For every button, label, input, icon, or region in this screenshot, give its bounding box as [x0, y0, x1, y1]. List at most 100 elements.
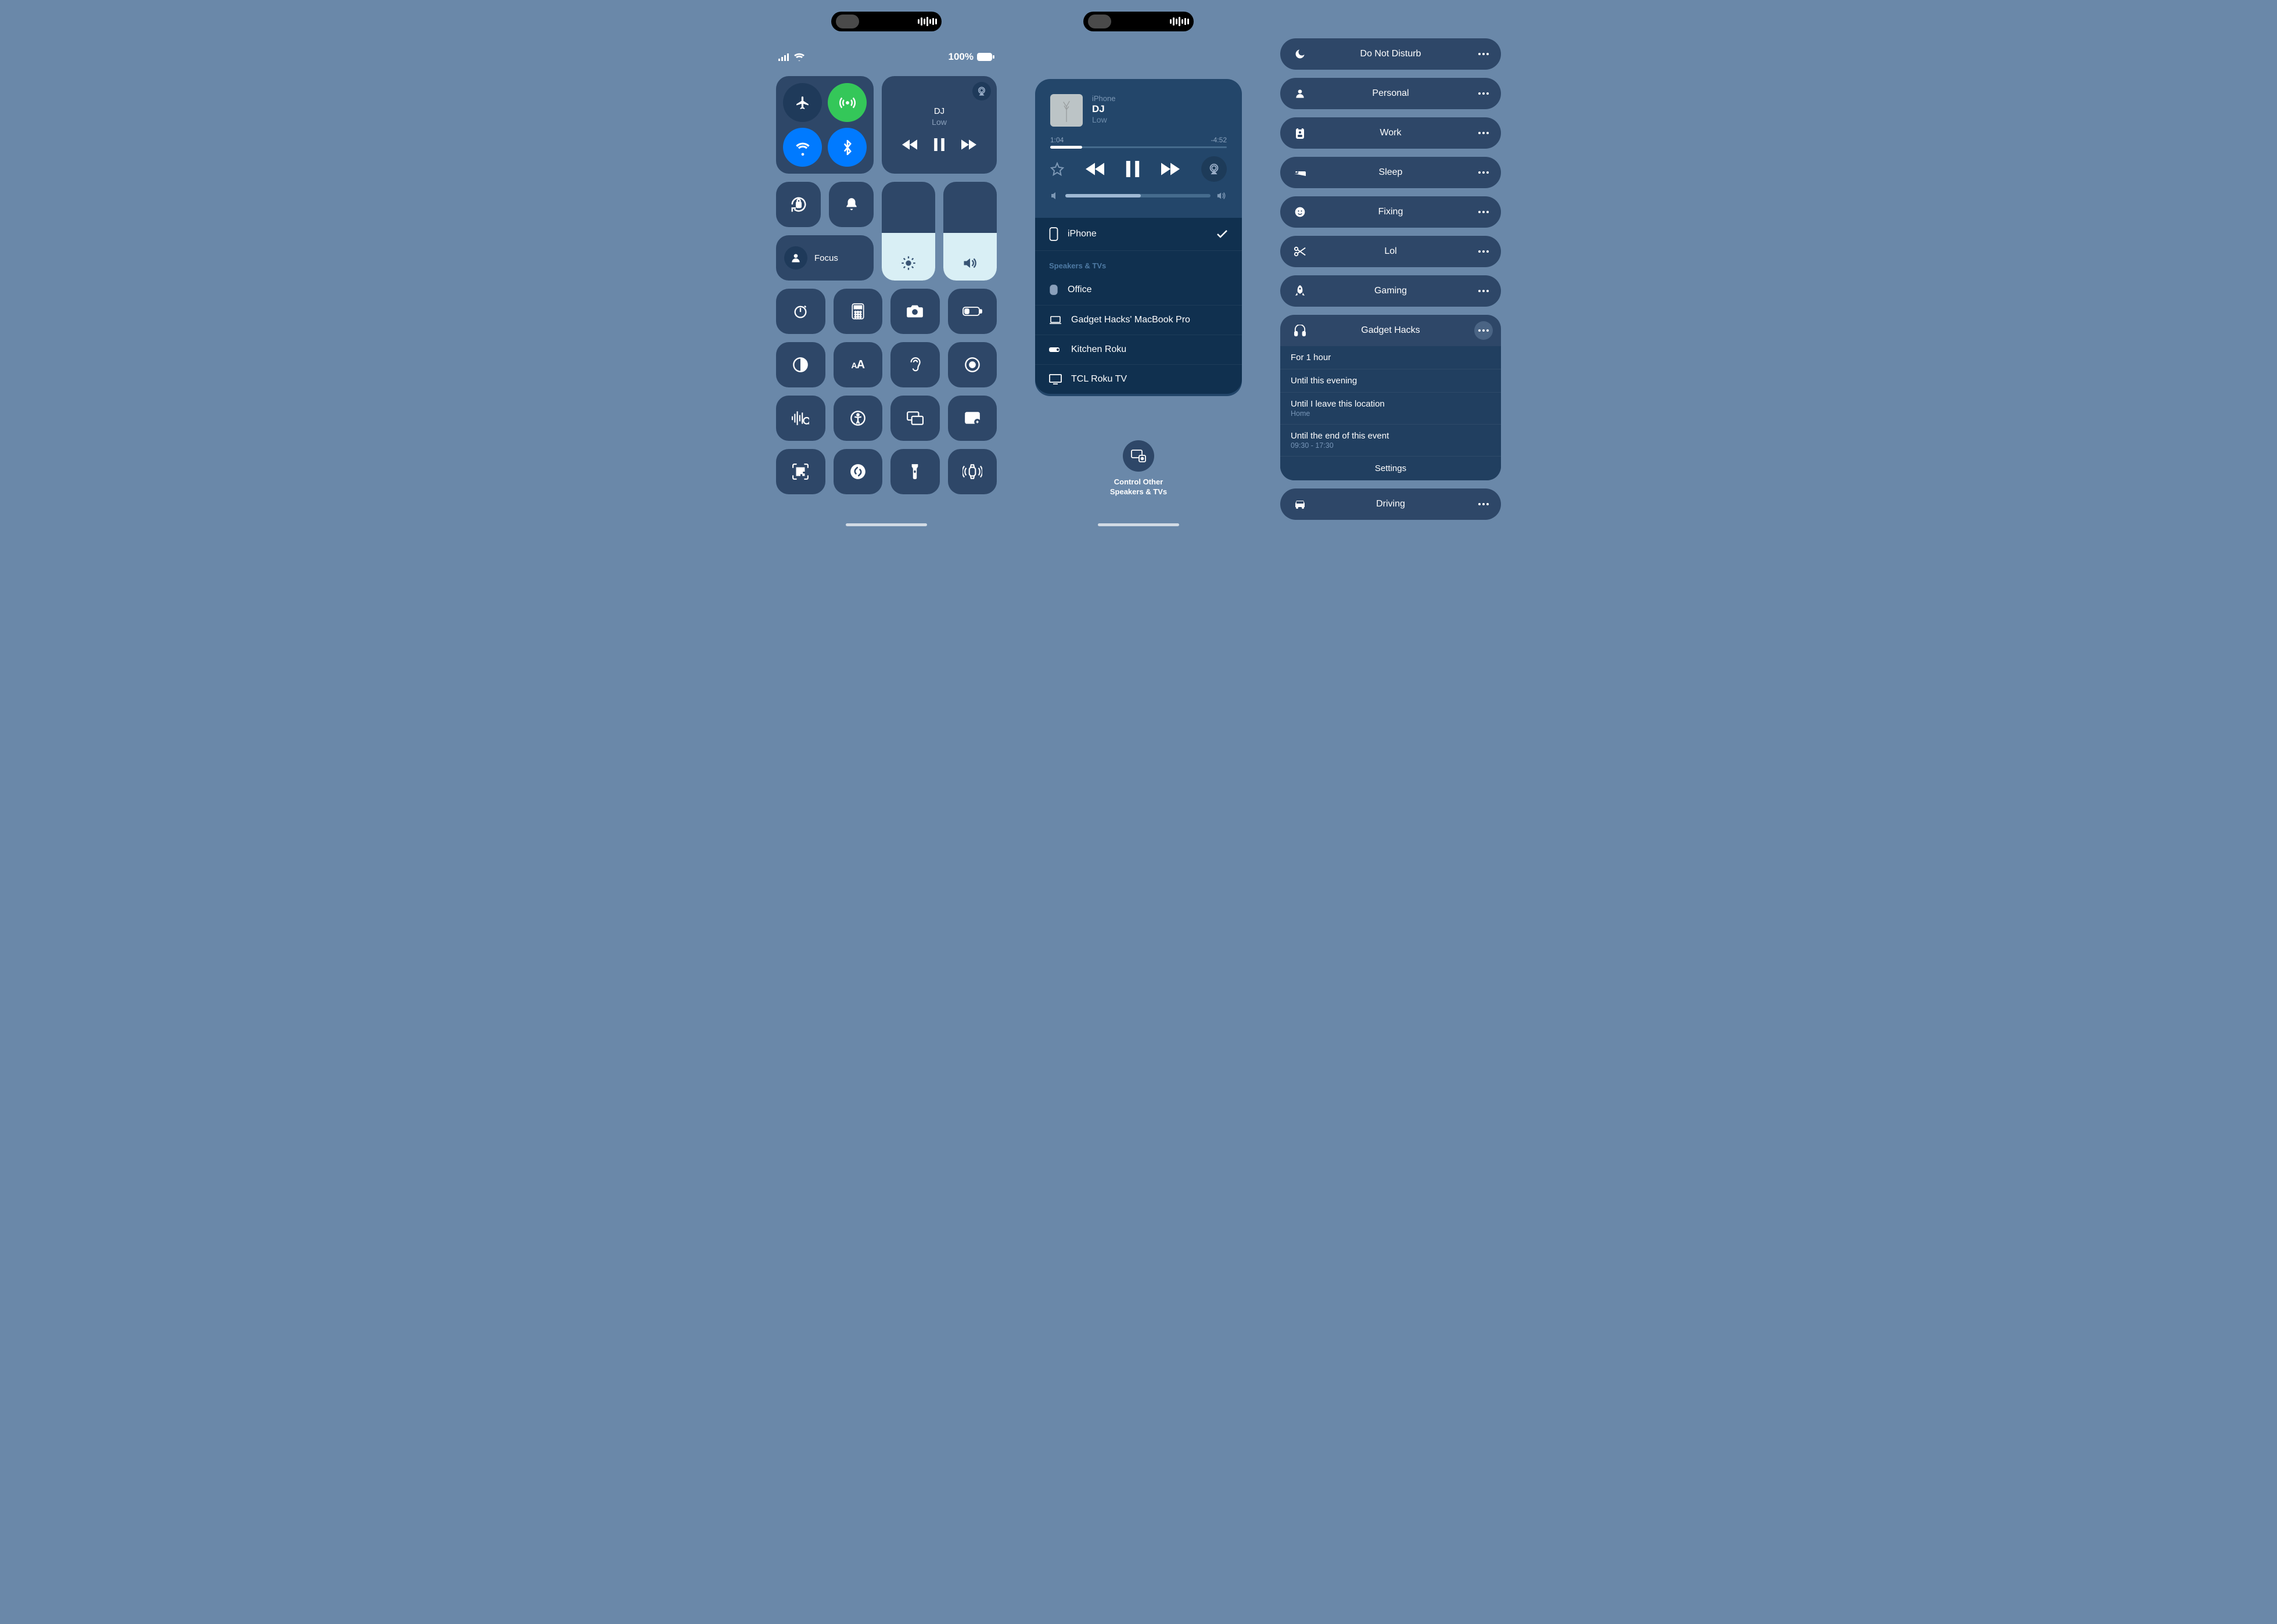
- airplay-device[interactable]: Kitchen Roku: [1035, 335, 1242, 365]
- control-other-label: Control Other Speakers & TVs: [1110, 477, 1167, 497]
- dynamic-island[interactable]: [1083, 12, 1194, 31]
- device-label: Gadget Hacks' MacBook Pro: [1071, 315, 1190, 325]
- focus-duration-option[interactable]: Until the end of this event 09:30 - 17:3…: [1280, 425, 1501, 457]
- play-pause-button[interactable]: [933, 138, 945, 151]
- media-subtitle: Low: [932, 117, 947, 127]
- iphone-icon: [1049, 227, 1058, 241]
- home-indicator[interactable]: [1098, 523, 1179, 526]
- next-button[interactable]: [961, 139, 976, 150]
- focus-mode-pill[interactable]: Work: [1280, 117, 1501, 149]
- media-tile[interactable]: DJ Low: [882, 76, 997, 174]
- volume-high-icon: [1216, 191, 1227, 200]
- accessibility-button[interactable]: [834, 396, 883, 441]
- brightness-slider[interactable]: [882, 182, 935, 281]
- airplay-button[interactable]: [1201, 156, 1227, 182]
- focus-options-button[interactable]: [1474, 124, 1493, 142]
- airplay-volume-slider[interactable]: [1065, 194, 1211, 197]
- focus-expanded-label: Gadget Hacks: [1280, 325, 1501, 336]
- airplay-title: DJ: [1092, 103, 1115, 115]
- focus-label: Focus: [814, 253, 838, 263]
- media-title: DJ: [934, 106, 944, 116]
- focus-icon-circle: [784, 246, 807, 270]
- volume-slider[interactable]: [943, 182, 997, 281]
- progress-fill: [1050, 146, 1082, 149]
- star-icon: [1050, 162, 1064, 176]
- watch-ping-button[interactable]: [948, 449, 997, 494]
- text-size-button[interactable]: AA: [834, 342, 883, 387]
- wifi-toggle[interactable]: [783, 128, 822, 167]
- focus-options-button[interactable]: [1474, 45, 1493, 63]
- qr-scan-button[interactable]: [776, 449, 825, 494]
- next-button[interactable]: [1161, 163, 1180, 175]
- timer-icon: [792, 303, 809, 319]
- flashlight-icon: [910, 463, 920, 480]
- focus-mode-pill[interactable]: Do Not Disturb: [1280, 38, 1501, 70]
- battery-percent: 100%: [949, 51, 974, 63]
- cellular-data-toggle[interactable]: [828, 83, 867, 122]
- airplay-device[interactable]: Office: [1035, 275, 1242, 306]
- favorite-button[interactable]: [1050, 162, 1064, 176]
- volume-low-icon: [1050, 191, 1060, 200]
- timer-button[interactable]: [776, 289, 825, 334]
- focus-expanded-header[interactable]: Gadget Hacks: [1280, 315, 1501, 346]
- focus-mode-pill[interactable]: Driving: [1280, 488, 1501, 520]
- orientation-lock-icon: [790, 196, 807, 213]
- focus-options-button[interactable]: [1474, 84, 1493, 103]
- music-recognition-button[interactable]: [834, 449, 883, 494]
- focus-options-button[interactable]: [1474, 282, 1493, 300]
- focus-mode-pill[interactable]: Gaming: [1280, 275, 1501, 307]
- orientation-lock-toggle[interactable]: [776, 182, 821, 227]
- focus-mode-pill[interactable]: Fixing: [1280, 196, 1501, 228]
- focus-mode-label: Driving: [1280, 499, 1501, 509]
- play-pause-button[interactable]: [1126, 161, 1140, 177]
- focus-options-button[interactable]: [1474, 321, 1493, 340]
- airplane-toggle[interactable]: [783, 83, 822, 122]
- focus-duration-option[interactable]: Until this evening: [1280, 369, 1501, 393]
- focus-settings-link[interactable]: Settings: [1280, 457, 1501, 480]
- dark-mode-icon: [792, 357, 809, 373]
- hearing-button[interactable]: [890, 342, 940, 387]
- control-other-button[interactable]: [1123, 440, 1154, 472]
- screen-mirroring-button[interactable]: [890, 396, 940, 441]
- focus-toggle[interactable]: Focus: [776, 235, 874, 281]
- airplay-device[interactable]: Gadget Hacks' MacBook Pro: [1035, 306, 1242, 335]
- airplay-device-this[interactable]: iPhone: [1035, 218, 1242, 251]
- previous-button[interactable]: [1086, 163, 1104, 175]
- connectivity-tile[interactable]: [776, 76, 874, 174]
- previous-button[interactable]: [902, 139, 917, 150]
- calculator-button[interactable]: [834, 289, 883, 334]
- focus-mode-label: Gaming: [1280, 286, 1501, 296]
- focus-options-button[interactable]: [1474, 163, 1493, 182]
- home-indicator[interactable]: [846, 523, 927, 526]
- low-power-button[interactable]: [948, 289, 997, 334]
- silent-mode-toggle[interactable]: [829, 182, 874, 227]
- bluetooth-toggle[interactable]: [828, 128, 867, 167]
- album-art[interactable]: [1050, 94, 1083, 127]
- focus-options-button[interactable]: [1474, 203, 1493, 221]
- focus-mode-pill[interactable]: Lol: [1280, 236, 1501, 267]
- watch-ping-icon: [962, 464, 982, 480]
- focus-options-button[interactable]: [1474, 495, 1493, 513]
- dark-mode-button[interactable]: [776, 342, 825, 387]
- focus-mode-label: Do Not Disturb: [1280, 49, 1501, 59]
- focus-duration-option[interactable]: For 1 hour: [1280, 346, 1501, 369]
- focus-duration-option[interactable]: Until I leave this location Home: [1280, 393, 1501, 425]
- progress-track[interactable]: [1050, 146, 1227, 148]
- camera-button[interactable]: [890, 289, 940, 334]
- island-media-thumb: [836, 15, 859, 28]
- dynamic-island[interactable]: [831, 12, 942, 31]
- focus-options-button[interactable]: [1474, 242, 1493, 261]
- focus-mode-label: Work: [1280, 128, 1501, 138]
- flashlight-button[interactable]: [890, 449, 940, 494]
- screen-record-button[interactable]: [948, 342, 997, 387]
- calculator-icon: [851, 303, 865, 319]
- shazam-button[interactable]: [776, 396, 825, 441]
- device-label: TCL Roku TV: [1071, 374, 1127, 385]
- focus-mode-pill[interactable]: Sleep: [1280, 157, 1501, 188]
- wallet-button[interactable]: [948, 396, 997, 441]
- screen-focus-modes: Do Not Disturb Personal Work Sleep Fixin…: [1270, 3, 1511, 531]
- airplay-button[interactable]: [972, 82, 991, 100]
- airplay-device[interactable]: TCL Roku TV: [1035, 365, 1242, 394]
- focus-mode-pill[interactable]: Personal: [1280, 78, 1501, 109]
- shazam-icon: [850, 464, 866, 480]
